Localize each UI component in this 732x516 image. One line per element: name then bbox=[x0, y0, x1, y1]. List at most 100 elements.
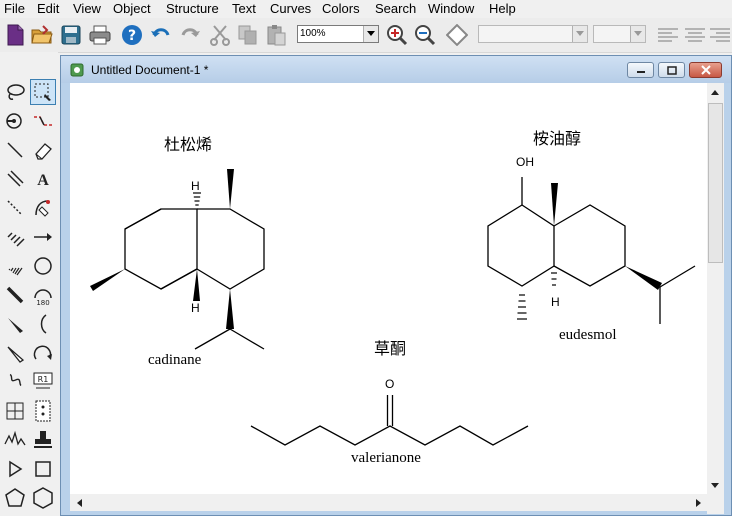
eudesmol-h-label: H bbox=[551, 295, 560, 309]
chain-tool-icon[interactable] bbox=[30, 108, 56, 134]
scroll-up-icon[interactable] bbox=[707, 84, 723, 100]
menu-curves[interactable]: Curves bbox=[270, 1, 311, 16]
pen-tool-icon[interactable] bbox=[30, 195, 56, 221]
document-icon bbox=[70, 63, 84, 77]
valerianone-chinese-label: 草酮 bbox=[374, 339, 407, 358]
wedge-bond-icon[interactable] bbox=[2, 311, 28, 337]
new-document-button[interactable] bbox=[2, 22, 28, 48]
menu-colors[interactable]: Colors bbox=[322, 1, 360, 16]
chevron-down-icon bbox=[363, 26, 378, 42]
font-select[interactable] bbox=[478, 25, 588, 43]
eraser-icon[interactable] bbox=[30, 137, 56, 163]
svg-text:?: ? bbox=[128, 28, 136, 44]
marquee-select-icon[interactable] bbox=[30, 79, 56, 105]
orbital-icon[interactable] bbox=[30, 253, 56, 279]
chevron-down-icon bbox=[572, 26, 587, 42]
align-center-icon[interactable] bbox=[682, 22, 708, 48]
align-left-icon[interactable] bbox=[655, 22, 681, 48]
menu-edit[interactable]: Edit bbox=[37, 1, 59, 16]
cadinane-structure bbox=[124, 192, 265, 350]
arrow-tool-icon[interactable] bbox=[30, 224, 56, 250]
cadinane-name-label: cadinane bbox=[148, 352, 202, 368]
eudesmol-chinese-label: 桉油醇 bbox=[533, 129, 582, 148]
horizontal-scrollbar[interactable] bbox=[70, 494, 707, 511]
r-group-icon[interactable]: R1 bbox=[30, 369, 56, 395]
zoom-value: 100% bbox=[300, 28, 326, 39]
svg-text:A: A bbox=[37, 172, 49, 189]
print-button[interactable] bbox=[87, 22, 113, 48]
vertical-scrollbar[interactable] bbox=[707, 83, 724, 514]
text-tool-icon[interactable]: A bbox=[30, 166, 56, 192]
valerianone-structure bbox=[250, 395, 529, 446]
rotate-icon[interactable] bbox=[2, 108, 28, 134]
double-bond-icon[interactable] bbox=[2, 166, 28, 192]
minimize-button[interactable] bbox=[627, 62, 654, 78]
cut-button[interactable] bbox=[207, 22, 233, 48]
hashed-wedge-icon[interactable] bbox=[2, 253, 28, 279]
vertical-scroll-thumb[interactable] bbox=[708, 103, 723, 263]
redo-button[interactable] bbox=[177, 22, 203, 48]
fit-diamond-button[interactable] bbox=[444, 22, 470, 48]
cadinane-chinese-label: 杜松烯 bbox=[164, 135, 213, 154]
lasso-icon[interactable] bbox=[2, 79, 28, 105]
menu-window[interactable]: Window bbox=[428, 1, 474, 16]
save-button[interactable] bbox=[58, 22, 84, 48]
close-icon bbox=[700, 65, 711, 75]
rectangle-icon[interactable] bbox=[30, 456, 56, 482]
menu-text[interactable]: Text bbox=[232, 1, 256, 16]
scroll-left-icon[interactable] bbox=[71, 495, 87, 511]
play-shape-icon[interactable] bbox=[2, 456, 28, 482]
hashed-bond-icon[interactable] bbox=[2, 224, 28, 250]
menu-structure[interactable]: Structure bbox=[166, 1, 219, 16]
close-button[interactable] bbox=[689, 62, 722, 78]
scroll-down-icon[interactable] bbox=[707, 477, 723, 493]
arc-180-icon[interactable]: 180 bbox=[30, 282, 56, 308]
zoom-select[interactable]: 100% bbox=[297, 25, 379, 43]
hexagon-ring-icon[interactable] bbox=[30, 485, 56, 511]
svg-text:R1: R1 bbox=[38, 375, 49, 384]
eudesmol-name-label: eudesmol bbox=[559, 327, 617, 343]
help-icon[interactable]: ? bbox=[119, 22, 145, 48]
maximize-button[interactable] bbox=[658, 62, 685, 78]
tool-palette: A 180 R1 bbox=[0, 52, 58, 516]
drawing-canvas[interactable]: 杜松烯 H H cadinane 桉油醇 OH H eudesmol 草酮 O … bbox=[70, 83, 707, 494]
menu-search[interactable]: Search bbox=[375, 1, 416, 16]
paste-button[interactable] bbox=[263, 22, 289, 48]
pentagon-ring-icon[interactable] bbox=[2, 485, 28, 511]
menu-bar: File Edit View Object Structure Text Cur… bbox=[0, 0, 732, 18]
tlc-plate-icon[interactable] bbox=[30, 398, 56, 424]
scrollbar-corner bbox=[707, 494, 724, 511]
size-select[interactable] bbox=[593, 25, 646, 43]
cadinane-h-top-label: H bbox=[191, 179, 200, 193]
stamp-icon[interactable] bbox=[30, 427, 56, 453]
bold-bond-icon[interactable] bbox=[2, 282, 28, 308]
cadinane-h-bottom-label: H bbox=[191, 301, 200, 315]
align-right-icon[interactable] bbox=[707, 22, 732, 48]
eudesmol-structure bbox=[487, 177, 696, 324]
open-button[interactable] bbox=[29, 22, 55, 48]
dashed-bond-icon[interactable] bbox=[2, 195, 28, 221]
valerianone-name-label: valerianone bbox=[351, 450, 421, 466]
main-toolbar: ? 100% bbox=[0, 18, 732, 53]
scroll-right-icon[interactable] bbox=[690, 495, 706, 511]
menu-help[interactable]: Help bbox=[489, 1, 516, 16]
undo-button[interactable] bbox=[148, 22, 174, 48]
hollow-wedge-icon[interactable] bbox=[2, 340, 28, 366]
chevron-down-icon bbox=[630, 26, 645, 42]
menu-view[interactable]: View bbox=[73, 1, 101, 16]
wavy-bond-icon[interactable] bbox=[2, 369, 28, 395]
svg-text:180: 180 bbox=[36, 299, 49, 306]
menu-object[interactable]: Object bbox=[113, 1, 151, 16]
document-window: Untitled Document-1 * 杜松烯 H H cadinane 桉… bbox=[60, 55, 732, 516]
single-bond-icon[interactable] bbox=[2, 137, 28, 163]
curved-arrow-icon[interactable] bbox=[30, 340, 56, 366]
bracket-icon[interactable] bbox=[30, 311, 56, 337]
document-titlebar[interactable]: Untitled Document-1 * bbox=[61, 56, 731, 83]
menu-file[interactable]: File bbox=[4, 1, 25, 16]
zoom-out-button[interactable] bbox=[412, 22, 438, 48]
eudesmol-oh-label: OH bbox=[516, 155, 534, 169]
zoom-in-button[interactable] bbox=[384, 22, 410, 48]
copy-button[interactable] bbox=[235, 22, 261, 48]
spectrum-icon[interactable] bbox=[2, 427, 28, 453]
table-icon[interactable] bbox=[2, 398, 28, 424]
